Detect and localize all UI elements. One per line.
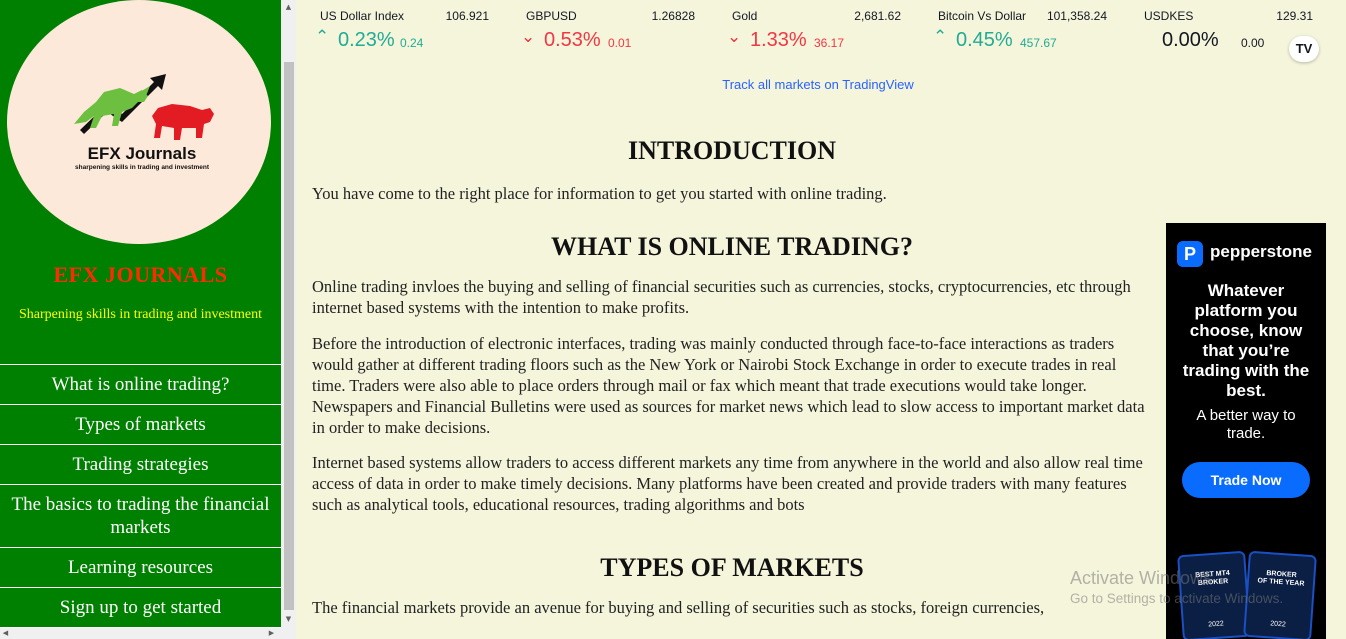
badge-year: 2022 [1207,620,1224,629]
windows-activation-watermark: Activate Windows Go to Settings to activ… [1070,568,1340,606]
ticker-price: 129.31 [1276,9,1313,23]
ticker-price: 106.921 [445,9,489,23]
what-heading: WHAT IS ONLINE TRADING? [551,232,913,261]
sidebar-scrollbar[interactable]: ▲ ▼ [281,0,296,639]
ticker-change: 0.00 [1241,36,1265,50]
nav-item-basics[interactable]: The basics to trading the financial mark… [0,485,281,548]
bull-bear-icon [74,74,214,140]
ticker-item[interactable]: Gold 2,681.62 ⌄ 1.33% 36.17 [715,0,915,62]
sidebar-nav: What is online trading? Types of markets… [0,364,281,628]
ticker-symbol: GBPUSD [526,9,577,23]
sidebar: EFX Journals sharpening skills in tradin… [0,0,281,639]
nav-item-trading-strategies[interactable]: Trading strategies [0,445,281,485]
ticker-percent: 0.45% [956,29,1013,51]
pepperstone-logo-icon: P [1177,241,1203,267]
scroll-down-icon[interactable]: ▼ [281,612,296,626]
ticker-symbol: US Dollar Index [320,9,405,23]
ticker-symbol: Bitcoin Vs Dollar [938,9,1027,23]
types-paragraph: The financial markets provide an avenue … [312,598,1045,617]
logo-badge[interactable]: EFX Journals sharpening skills in tradin… [7,0,271,244]
trade-now-button[interactable]: Trade Now [1182,462,1310,498]
ticker-price: 1.26828 [651,9,695,23]
arrow-up-icon: ⌃ [933,27,948,47]
nav-item-sign-up[interactable]: Sign up to get started [0,588,281,628]
ad-subtext: A better way to trade. [1196,407,1296,442]
scroll-up-icon[interactable]: ▲ [281,0,296,14]
sidebar-horizontal-scrollbar[interactable]: ◀ ▶ [0,628,281,639]
arrow-down-icon: ⌄ [727,27,742,47]
types-heading: TYPES OF MARKETS [600,553,864,582]
watermark-title: Activate Windows [1070,568,1213,588]
intro-heading: INTRODUCTION [627,136,837,165]
logo-tagline: sharpening skills in trading and investm… [75,164,209,171]
scroll-left-icon[interactable]: ◀ [0,628,11,639]
ticker-percent: 1.33% [750,29,807,51]
ticker-change: 36.17 [814,36,845,50]
ad-brand: pepperstone [1210,242,1313,261]
ticker-percent: 0.53% [544,29,601,51]
ticker-symbol: Gold [732,9,758,23]
intro-paragraph: You have come to the right place for inf… [312,184,887,203]
ticker-item[interactable]: Bitcoin Vs Dollar 101,358.24 ⌃ 0.45% 457… [921,0,1121,62]
nav-item-learning-resources[interactable]: Learning resources [0,548,281,588]
market-ticker: US Dollar Index 106.921 ⌃ 0.23% 0.24 GBP… [303,0,1333,92]
ticker-item[interactable]: GBPUSD 1.26828 ⌄ 0.53% 0.01 [509,0,709,62]
what-paragraph-3: Internet based systems allow traders to … [312,453,1143,514]
arrow-down-icon: ⌄ [521,27,536,47]
main-content: INTRODUCTION You have come to the right … [312,136,1152,618]
track-markets-link[interactable]: Track all markets on TradingView [303,77,1333,92]
ticker-symbol: USDKES [1144,9,1194,23]
nav-item-what-is-online-trading[interactable]: What is online trading? [0,365,281,405]
scroll-right-icon[interactable]: ▶ [266,628,277,639]
nav-item-types-of-markets[interactable]: Types of markets [0,405,281,445]
badge-year: 2022 [1269,620,1287,629]
ad-headline: Whatever platform you choose, know that … [1182,281,1310,400]
ticker-change: 0.24 [400,36,424,50]
ticker-price: 101,358.24 [1046,9,1107,23]
scrollbar-thumb[interactable] [284,62,294,610]
ticker-change: 0.01 [608,36,632,50]
site-tagline: Sharpening skills in trading and investm… [18,307,263,322]
logo-title: EFX Journals [87,144,197,163]
watermark-subtitle: Go to Settings to activate Windows. [1070,591,1284,606]
ticker-percent: 0.00% [1162,29,1219,51]
ticker-price: 2,681.62 [854,9,901,23]
site-brand: EFX JOURNALS [53,262,228,287]
ticker-item[interactable]: US Dollar Index 106.921 ⌃ 0.23% 0.24 [303,0,503,62]
ticker-percent: 0.23% [338,29,395,51]
tradingview-logo-icon[interactable]: TV [1289,36,1319,62]
arrow-up-icon: ⌃ [315,27,330,47]
logo-graphic: EFX Journals sharpening skills in tradin… [62,52,222,187]
what-paragraph-1: Online trading invloes the buying and se… [312,277,1131,317]
what-paragraph-2: Before the introduction of electronic in… [312,334,1145,437]
ticker-change: 457.67 [1020,36,1057,50]
